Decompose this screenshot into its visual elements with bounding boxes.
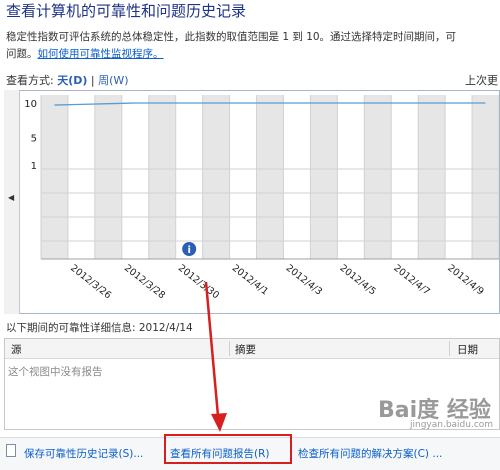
- empty-message: 这个视图中没有报告: [8, 366, 103, 378]
- x-tick-label: 2012/4/7: [391, 263, 431, 298]
- watermark-url: jingyan.baidu.com: [410, 420, 494, 430]
- column-divider[interactable]: [229, 341, 230, 356]
- y-tick-label: 10: [24, 99, 37, 110]
- y-tick-label: 5: [31, 133, 37, 144]
- x-tick-label: 2012/4/9: [445, 263, 485, 298]
- chart-shaded-column: [202, 95, 230, 259]
- reliability-chart[interactable]: 10 5 1 i 2012/3/26 2012/3/28 2012/3/30 2012/4/1…: [4, 90, 500, 314]
- last-updated-link[interactable]: 上次更: [465, 72, 498, 88]
- check-solutions-link[interactable]: 检查所有问题的解决方案(C) ...: [298, 446, 442, 461]
- table-header: 源 摘要 日期: [5, 339, 499, 359]
- chart-shaded-column: [41, 95, 68, 259]
- x-tick-label: 2012/3/28: [122, 263, 167, 302]
- view-by-label: 查看方式:: [6, 74, 54, 87]
- save-history-link[interactable]: 保存可靠性历史记录(S)...: [24, 446, 143, 461]
- x-tick-label: 2012/4/5: [338, 263, 378, 298]
- chart-shaded-column: [364, 95, 392, 259]
- column-divider[interactable]: [449, 341, 450, 356]
- x-tick-label: 2012/3/30: [176, 263, 221, 302]
- scroll-left-button[interactable]: ◀: [4, 90, 20, 314]
- view-by-bar: 查看方式: 天(D) | 周(W): [6, 72, 129, 88]
- y-tick-label: 1: [31, 161, 37, 172]
- left-arrow-icon: ◀: [8, 193, 15, 202]
- annotation-highlight-box: [164, 434, 292, 464]
- column-header-summary[interactable]: 摘要: [235, 342, 256, 357]
- x-tick-label: 2012/4/3: [284, 263, 324, 298]
- chart-svg: 10 5 1 i 2012/3/26 2012/3/28 2012/3/30 2012/4/1…: [24, 95, 500, 302]
- view-by-separator: |: [90, 74, 95, 87]
- chart-shaded-column: [472, 95, 499, 259]
- info-event-icon-glyph: i: [187, 245, 190, 256]
- column-header-date[interactable]: 日期: [457, 342, 478, 357]
- page-title: 查看计算机的可靠性和问题历史记录: [6, 2, 247, 20]
- x-tick-label: 2012/3/26: [68, 263, 113, 302]
- details-label: 以下期间的可靠性详细信息: 2012/4/14: [6, 322, 193, 334]
- column-header-source[interactable]: 源: [11, 342, 22, 357]
- chart-shaded-column: [94, 95, 122, 259]
- description-text-line2: 问题。: [6, 48, 38, 60]
- chart-shaded-column: [256, 95, 284, 259]
- chart-shaded-column: [148, 95, 176, 259]
- x-tick-label: 2012/4/1: [230, 263, 270, 298]
- description-text: 稳定性指数可评估系统的总体稳定性，此指数的取值范围是 1 到 10。通过选择特定…: [6, 31, 457, 43]
- document-icon: [6, 444, 16, 457]
- chart-shaded-column: [418, 95, 446, 259]
- view-by-day-link[interactable]: 天(D): [57, 74, 87, 87]
- help-link[interactable]: 如何使用可靠性监视程序。: [38, 48, 164, 60]
- description: 稳定性指数可评估系统的总体稳定性，此指数的取值范围是 1 到 10。通过选择特定…: [6, 29, 500, 63]
- view-by-week-link[interactable]: 周(W): [98, 74, 128, 87]
- chart-shaded-column: [310, 95, 338, 259]
